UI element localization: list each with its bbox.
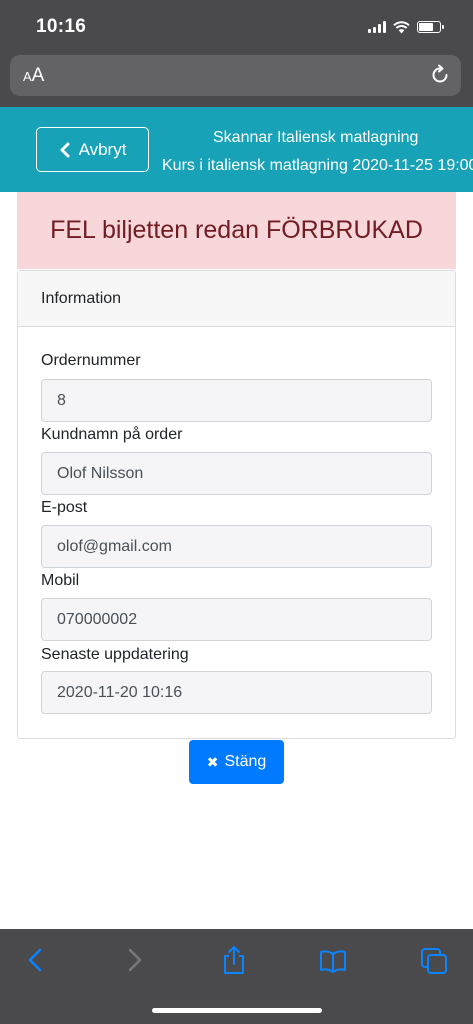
mobile-label: Mobil — [41, 572, 80, 589]
status-icons — [368, 18, 444, 36]
address-bar[interactable]: AA — [10, 55, 461, 96]
text-size-button[interactable]: AA — [23, 65, 44, 87]
information-card: Information Ordernummer 8 Kundnamn på or… — [17, 270, 456, 739]
header-title-line1: Skannar Italiensk matlagning — [213, 129, 419, 146]
customer-name-label: Kundnamn på order — [41, 426, 183, 443]
header-title: Skannar Italiensk matlagning Kurs i ital… — [162, 124, 473, 180]
close-button-label: Stäng — [224, 753, 267, 770]
error-alert-message: FEL biljetten redan FÖRBRUKAD — [50, 216, 423, 244]
email-field: olof@gmail.com — [41, 525, 432, 568]
order-number-field: 8 — [41, 379, 432, 422]
chevron-left-icon — [60, 142, 70, 157]
battery-icon — [417, 21, 444, 33]
customer-name-field: Olof Nilsson — [41, 452, 432, 495]
header-title-line2: Kurs i italiensk matlagning 2020-11-25 1… — [162, 157, 473, 174]
forward-icon[interactable] — [120, 945, 148, 975]
wifi-icon — [393, 20, 410, 33]
home-indicator — [152, 1008, 322, 1013]
share-icon[interactable] — [220, 945, 248, 975]
close-button[interactable]: ✖ Stäng — [189, 740, 284, 784]
error-alert: FEL biljetten redan FÖRBRUKAD — [17, 192, 456, 269]
order-number-value: 8 — [57, 391, 66, 409]
app-header: Avbryt Skannar Italiensk matlagning Kurs… — [0, 107, 473, 192]
last-updated-field: 2020-11-20 10:16 — [41, 671, 432, 714]
mobile-field: 070000002 — [41, 598, 432, 641]
order-number-label: Ordernummer — [41, 352, 141, 369]
browser-top-chrome: 10:16 AA — [0, 0, 473, 107]
reload-icon[interactable] — [429, 64, 451, 86]
customer-name-value: Olof Nilsson — [57, 464, 144, 482]
email-value: olof@gmail.com — [57, 537, 172, 555]
bookmarks-icon[interactable] — [319, 945, 347, 975]
tabs-icon[interactable] — [420, 945, 448, 975]
cellular-signal-icon — [368, 21, 386, 33]
close-icon: ✖ — [206, 753, 219, 770]
mobile-value: 070000002 — [57, 610, 138, 628]
back-button[interactable]: Avbryt — [36, 127, 149, 172]
status-time: 10:16 — [36, 16, 87, 37]
email-label: E-post — [41, 499, 88, 516]
last-updated-label: Senaste uppdatering — [41, 646, 189, 663]
last-updated-value: 2020-11-20 10:16 — [57, 683, 183, 701]
card-header: Information — [18, 271, 455, 327]
back-icon[interactable] — [22, 945, 50, 975]
card-title: Information — [41, 289, 122, 307]
back-button-label: Avbryt — [78, 139, 127, 159]
